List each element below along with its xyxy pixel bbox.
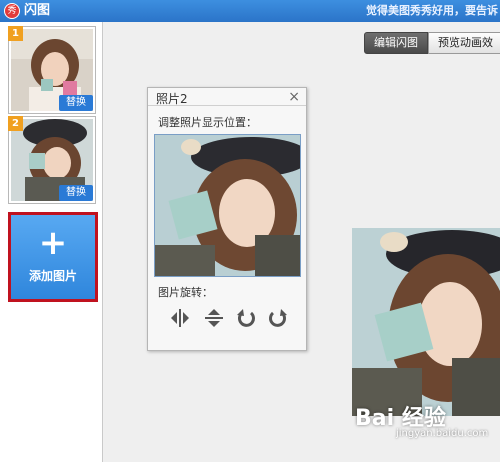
photo-panel: 照片2 × 调整照片显示位置： 图片旋转： [147, 87, 307, 351]
replace-button-2[interactable]: 替换 [59, 185, 93, 201]
add-image-label: 添加图片 [28, 269, 77, 283]
rotate-right-icon[interactable] [266, 306, 290, 330]
adjust-position-label: 调整照片显示位置： [158, 116, 257, 129]
frame-number-badge: 1 [8, 26, 23, 41]
tab-edit[interactable]: 编辑闪图 [364, 32, 428, 54]
promo-text[interactable]: 觉得美图秀秀好用，要告诉 [366, 3, 498, 19]
tab-preview[interactable]: 预览动画效 [428, 32, 500, 54]
plus-icon: + [38, 223, 68, 263]
photo-crop-area[interactable] [154, 134, 301, 277]
rotate-left-icon[interactable] [234, 306, 258, 330]
add-image-button[interactable]: + 添加图片 [8, 212, 98, 302]
panel-header: 照片2 × [148, 88, 306, 106]
app-logo-icon: 秀 [4, 3, 20, 19]
close-icon[interactable]: × [288, 88, 300, 106]
frame-sidebar: 1 替换 2 替换 + 添加图片 [0, 22, 103, 462]
app-title: 闪图 [24, 3, 51, 18]
title-bar: 秀 闪图 觉得美图秀秀好用，要告诉 [0, 0, 500, 22]
replace-button-1[interactable]: 替换 [59, 95, 93, 111]
view-tabs: 编辑闪图 预览动画效 [364, 32, 500, 54]
frame-number-badge: 2 [8, 116, 23, 131]
flip-horizontal-icon[interactable] [168, 306, 192, 330]
preview-photo [352, 228, 500, 416]
frame-thumbnail-2[interactable]: 2 替换 [8, 116, 96, 204]
frame-thumbnail-1[interactable]: 1 替换 [8, 26, 96, 114]
rotate-label: 图片旋转： [158, 286, 213, 299]
flip-vertical-icon[interactable] [202, 306, 226, 330]
panel-title: 照片2 [156, 92, 188, 106]
baidu-watermark-url: jingyan.baidu.com [396, 428, 489, 439]
